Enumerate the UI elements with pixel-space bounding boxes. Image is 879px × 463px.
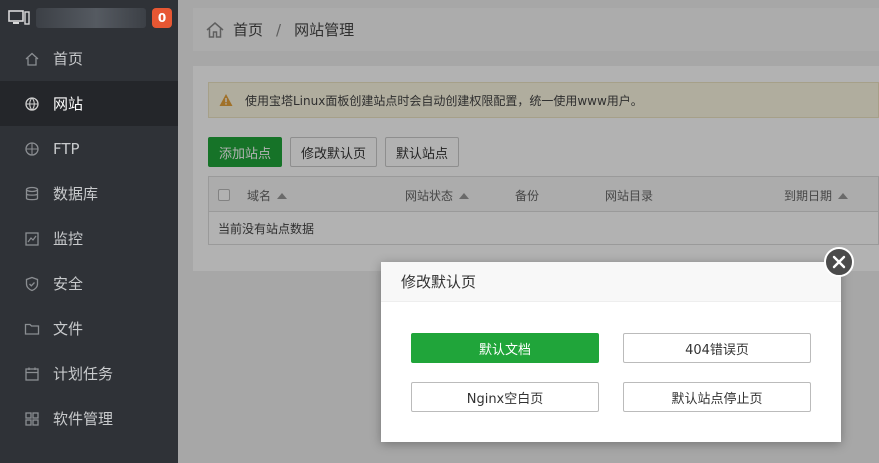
home-icon	[24, 51, 40, 67]
sidebar-item-label: 数据库	[53, 185, 99, 203]
shield-icon	[24, 276, 40, 292]
sidebar: 0 首页 网站 FTP 数据库 监控 安全 文件 计划任务 软件管理	[0, 0, 178, 463]
notification-badge[interactable]: 0	[152, 8, 172, 28]
sidebar-item-label: FTP	[53, 139, 80, 158]
sidebar-item-label: 文件	[53, 320, 84, 338]
sidebar-item-files[interactable]: 文件	[0, 306, 178, 351]
sidebar-item-label: 监控	[53, 230, 84, 248]
sidebar-item-home[interactable]: 首页	[0, 36, 178, 81]
default-document-button[interactable]: 默认文档	[411, 333, 599, 363]
sidebar-item-label: 首页	[53, 50, 84, 68]
grid-icon	[24, 411, 40, 427]
sidebar-item-ftp[interactable]: FTP	[0, 126, 178, 171]
sidebar-item-label: 网站	[53, 95, 84, 113]
sidebar-item-label: 安全	[53, 275, 84, 293]
dialog-title: 修改默认页	[381, 262, 841, 302]
close-button[interactable]	[824, 247, 854, 277]
sidebar-header: 0	[0, 0, 178, 36]
sidebar-item-database[interactable]: 数据库	[0, 171, 178, 216]
sidebar-item-label: 计划任务	[53, 365, 114, 383]
database-icon	[24, 186, 40, 202]
sidebar-item-software[interactable]: 软件管理	[0, 396, 178, 441]
edit-default-page-dialog: 修改默认页 默认文档 404错误页 Nginx空白页 默认站点停止页	[381, 247, 854, 442]
404-error-page-button[interactable]: 404错误页	[623, 333, 811, 363]
sidebar-item-website[interactable]: 网站	[0, 81, 178, 126]
nginx-blank-page-button[interactable]: Nginx空白页	[411, 382, 599, 412]
sidebar-nav: 首页 网站 FTP 数据库 监控 安全 文件 计划任务 软件管理	[0, 36, 178, 441]
sidebar-item-label: 软件管理	[53, 410, 114, 428]
server-host-blurred	[36, 8, 146, 28]
sidebar-item-monitor[interactable]: 监控	[0, 216, 178, 261]
sidebar-item-cron[interactable]: 计划任务	[0, 351, 178, 396]
close-icon	[832, 255, 846, 269]
default-site-stop-page-button[interactable]: 默认站点停止页	[623, 382, 811, 412]
calendar-icon	[24, 366, 40, 382]
computer-icon	[8, 10, 30, 25]
monitor-icon	[24, 231, 40, 247]
folder-icon	[24, 321, 40, 337]
ftp-icon	[24, 141, 40, 157]
globe-icon	[24, 96, 40, 112]
sidebar-item-security[interactable]: 安全	[0, 261, 178, 306]
